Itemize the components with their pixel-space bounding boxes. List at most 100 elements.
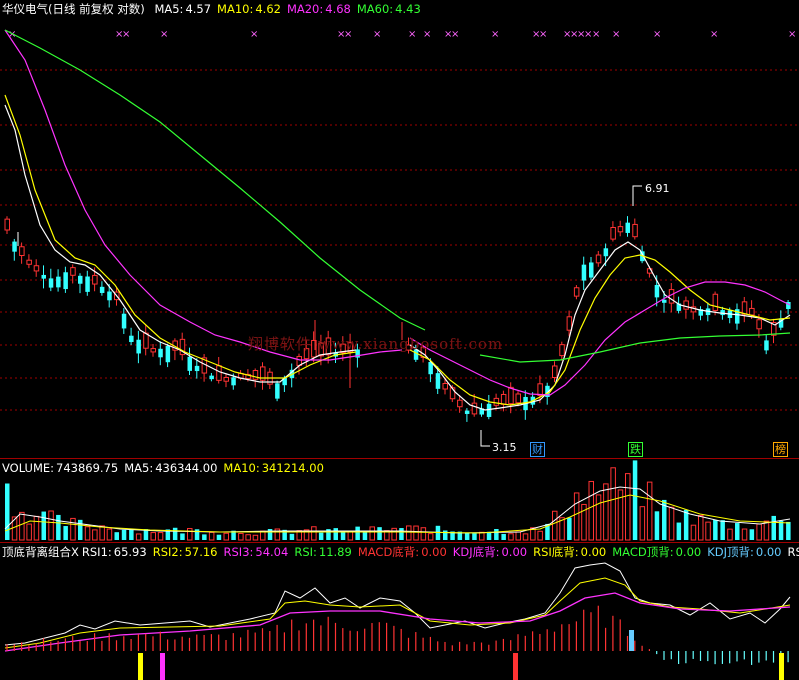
volume-chart-panel[interactable]: VOLUME: 743869.75 MA5: 436344.00 MA10: 341214…	[0, 459, 799, 542]
volume-bar	[84, 526, 91, 541]
candle-body	[275, 383, 280, 399]
legend-item: RSI底背: 0.00	[533, 545, 607, 559]
volume-bar	[391, 527, 397, 541]
volume-bar	[420, 527, 427, 541]
event-tag-drop[interactable]: 跌	[628, 442, 643, 457]
volume-bar	[625, 473, 631, 541]
candle-body	[56, 276, 61, 288]
legend-item: MA60: 4.43	[356, 2, 421, 16]
legend-item: MA10: 341214.00	[223, 461, 324, 475]
volume-bar	[763, 520, 770, 541]
candle-body	[252, 370, 259, 380]
volume-bar	[216, 534, 222, 540]
volume-bar	[347, 531, 354, 541]
volume-bar	[464, 532, 470, 540]
volume-bar	[494, 529, 499, 540]
volume-bar	[720, 520, 725, 540]
volume-bar	[654, 511, 660, 540]
volume-bar	[121, 529, 127, 540]
volume-bar	[713, 519, 718, 540]
price-chart-canvas[interactable]: × ×× × × ×× × × × ×× × ×× ×××× × × × × ×	[0, 0, 799, 458]
volume-bar	[443, 530, 448, 540]
rsi-bottom-signal	[779, 653, 784, 680]
candle-body	[70, 267, 76, 276]
volume-bar	[683, 509, 689, 540]
signal-marker: ×	[250, 29, 258, 40]
candle-body	[63, 272, 68, 290]
legend-item: MACD底背: 0.00	[357, 545, 447, 559]
volume-bar	[355, 526, 360, 540]
volume-bar	[41, 511, 46, 540]
candle-body	[4, 218, 10, 231]
signal-marker: ×	[653, 29, 661, 40]
candle-body	[617, 226, 624, 233]
volume-bar	[698, 514, 704, 541]
volume-bar	[472, 533, 477, 540]
volume-bar	[202, 534, 207, 540]
signal-marker: ×	[373, 29, 381, 40]
event-tag-finance[interactable]: 财	[530, 442, 545, 457]
volume-bar	[48, 510, 54, 541]
price-chart-header: 华仪电气(日线 前复权 对数) MA5: 4.57 MA10: 4.62 MA20: 4.…	[2, 2, 433, 16]
volume-bar	[595, 494, 602, 541]
volume-bar	[135, 533, 142, 541]
indicator-chart-panel[interactable]: 顶底背离组合X RSI1: 65.93 RSI2: 57.16 RSI3: 54.04 RSI…	[0, 543, 799, 680]
volume-bar	[705, 521, 711, 541]
volume-bar	[399, 528, 404, 540]
candle-body	[559, 344, 565, 357]
candle-body	[683, 300, 689, 310]
candle-body	[26, 259, 32, 265]
event-tag-rank[interactable]: 榜	[773, 442, 788, 457]
ma10-line	[409, 254, 791, 406]
kdj-bottom-signal	[160, 653, 165, 680]
volume-bar	[676, 522, 682, 540]
legend-item: RSI2: 57.16	[152, 545, 218, 559]
candle-body	[566, 316, 573, 331]
volume-bar	[318, 532, 324, 540]
volume-bar	[26, 523, 32, 541]
volume-bar	[413, 525, 419, 541]
volume-bar	[515, 531, 521, 541]
candle-body	[187, 356, 192, 371]
legend-item: MA10: 4.62	[217, 2, 281, 16]
volume-bar	[771, 515, 776, 540]
rsi1-line	[4, 562, 791, 646]
legend-item: RS	[787, 545, 799, 559]
candle-body	[500, 393, 507, 405]
volume-bar	[369, 526, 375, 541]
volume-bar	[289, 533, 295, 540]
candle-body	[589, 262, 594, 278]
ma-legend: MA5: 4.57 MA10: 4.62 MA20: 4.68 MA60: 4.43	[154, 2, 426, 16]
legend-item: RSI1: 65.93	[81, 545, 147, 559]
signal-marker: ×	[539, 29, 547, 40]
price-chart-panel[interactable]: × × × × × × × × × × × × × × × × × × × × × × × × 华仪电气(日线 前复权 对数)…	[0, 0, 799, 458]
candle-body	[764, 340, 769, 351]
volume-bar	[639, 506, 646, 541]
legend-item: RSI: 11.89	[294, 545, 352, 559]
low-price-label: 3.15	[492, 441, 517, 454]
indicator-chart-canvas[interactable]	[0, 543, 799, 680]
candle-body	[632, 223, 638, 238]
volume-bar	[245, 534, 251, 541]
candle-body	[216, 365, 222, 381]
ma5-line	[409, 241, 791, 411]
rsi-bottom-signal	[138, 653, 143, 680]
volume-bar	[187, 528, 193, 541]
volume-bar	[70, 517, 76, 541]
candle-body	[654, 284, 660, 298]
candle-body	[41, 274, 46, 279]
signal-marker: ×	[423, 29, 431, 40]
volume-bar	[311, 526, 317, 541]
legend-item: KDJ顶背: 0.00	[707, 545, 782, 559]
candle-body	[231, 377, 236, 386]
candle-body	[756, 319, 762, 330]
signal-marker: ×	[451, 29, 459, 40]
candle-body	[99, 286, 105, 293]
candle-body	[741, 301, 748, 315]
candle-body	[150, 348, 156, 353]
volume-bar	[741, 528, 748, 541]
volume-bar	[778, 520, 784, 540]
candle-body	[78, 275, 83, 284]
volume-bar	[5, 483, 10, 540]
volume-bar	[252, 534, 259, 541]
